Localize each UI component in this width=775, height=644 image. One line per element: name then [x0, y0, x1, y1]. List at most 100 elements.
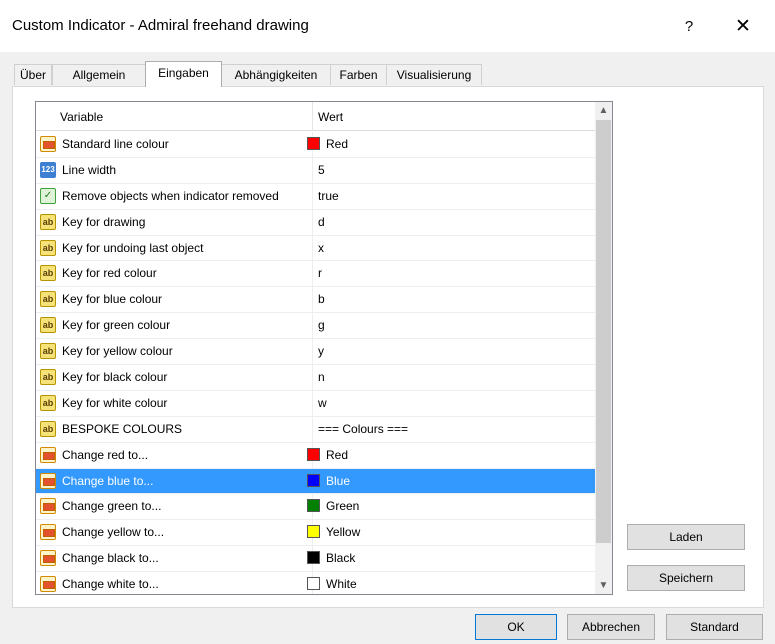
table-row[interactable]: ab Key for black colour n	[36, 365, 595, 391]
column-header-variable[interactable]: Variable	[60, 110, 103, 124]
variable-name: Change white to...	[62, 577, 159, 592]
color-icon	[40, 576, 56, 593]
color-icon	[40, 446, 56, 463]
variable-value[interactable]: 5	[318, 163, 325, 177]
tab-farben[interactable]: Farben	[330, 64, 387, 85]
table-row[interactable]: 123 Line width 5	[36, 157, 595, 184]
variable-name: Remove objects when indicator removed	[62, 188, 279, 203]
bool-icon: ✓	[40, 187, 56, 204]
variable-value[interactable]: g	[318, 318, 325, 332]
color-icon	[40, 498, 56, 515]
help-button[interactable]: ?	[672, 9, 706, 43]
variable-value[interactable]: r	[318, 266, 322, 280]
color-swatch[interactable]	[307, 551, 320, 565]
table-row[interactable]: ab Key for undoing last object x	[36, 235, 595, 262]
cell-divider	[312, 390, 313, 416]
cancel-button[interactable]: Abbrechen	[567, 614, 655, 640]
close-button[interactable]: ✕	[722, 9, 764, 43]
cell-divider	[312, 313, 313, 339]
table-row[interactable]: Standard line colour Red	[36, 132, 595, 158]
tab-eingaben[interactable]: Eingaben	[145, 61, 222, 87]
variable-value[interactable]: Red	[326, 137, 348, 151]
variable-value[interactable]: y	[318, 344, 324, 358]
variable-name: Key for blue colour	[62, 292, 163, 307]
string-icon: ab	[40, 213, 56, 230]
variable-value[interactable]: b	[318, 292, 325, 306]
color-icon	[40, 550, 56, 567]
cell-divider	[312, 365, 313, 390]
grid-header: Variable Wert	[36, 102, 595, 131]
table-row[interactable]: ✓ Remove objects when indicator removed tr…	[36, 183, 595, 210]
color-icon	[40, 524, 56, 541]
cell-divider	[312, 416, 313, 442]
ok-button[interactable]: OK	[475, 614, 557, 640]
table-row[interactable]: ab Key for white colour w	[36, 390, 595, 417]
table-row[interactable]: ab Key for yellow colour y	[36, 339, 595, 366]
tab-allgemein[interactable]: Allgemein	[52, 64, 146, 85]
variable-value[interactable]: Yellow	[326, 525, 360, 539]
scroll-thumb[interactable]	[596, 120, 611, 543]
variable-value[interactable]: === Colours ===	[318, 422, 408, 436]
string-icon: ab	[40, 317, 56, 334]
cell-divider	[312, 183, 313, 209]
table-row[interactable]: Change green to... Green	[36, 494, 595, 521]
tab-abhaengigkeiten[interactable]: Abhängigkeiten	[221, 64, 331, 85]
table-row[interactable]: Change yellow to... Yellow	[36, 520, 595, 547]
string-icon: ab	[40, 291, 56, 308]
variable-value[interactable]: n	[318, 370, 325, 384]
table-row[interactable]: ab Key for red colour r	[36, 261, 595, 288]
variable-value[interactable]: d	[318, 215, 325, 229]
scroll-down-icon[interactable]: ▼	[595, 577, 612, 594]
load-button[interactable]: Laden	[627, 524, 745, 550]
color-swatch[interactable]	[307, 137, 320, 150]
variable-name: Key for green colour	[62, 318, 171, 333]
table-row[interactable]: ab Key for blue colour b	[36, 287, 595, 314]
table-row[interactable]: Change blue to... Blue	[36, 468, 595, 495]
color-swatch[interactable]	[307, 577, 320, 591]
table-row[interactable]: ab Key for green colour g	[36, 313, 595, 340]
variable-value[interactable]: true	[318, 189, 339, 203]
color-icon	[40, 136, 56, 152]
color-swatch[interactable]	[307, 473, 320, 487]
variable-name: Line width	[62, 162, 117, 177]
column-divider[interactable]	[312, 102, 313, 131]
variable-value[interactable]: Blue	[326, 474, 350, 488]
variable-value[interactable]: Green	[326, 499, 359, 513]
table-row[interactable]: Change red to... Red	[36, 442, 595, 469]
table-row[interactable]: ab BESPOKE COLOURS === Colours ===	[36, 416, 595, 443]
variable-name: Standard line colour	[62, 137, 169, 151]
variable-name: Change red to...	[62, 447, 149, 462]
tab-ueber[interactable]: Über	[14, 64, 52, 85]
cell-divider	[312, 261, 313, 287]
cell-divider	[312, 287, 313, 313]
color-swatch[interactable]	[307, 447, 320, 461]
string-icon: ab	[40, 239, 56, 256]
variable-value[interactable]: x	[318, 241, 324, 255]
color-swatch[interactable]	[307, 525, 320, 539]
variable-value[interactable]: White	[326, 577, 357, 591]
variable-value[interactable]: Red	[326, 448, 348, 462]
cell-divider	[312, 209, 313, 235]
tab-visualisierung[interactable]: Visualisierung	[386, 64, 482, 85]
table-row[interactable]: Change black to... Black	[36, 546, 595, 573]
table-row[interactable]: ab Key for drawing d	[36, 209, 595, 236]
color-swatch[interactable]	[307, 499, 320, 513]
variable-value[interactable]: w	[318, 396, 327, 410]
variable-value[interactable]: Black	[326, 551, 355, 565]
string-icon: ab	[40, 394, 56, 411]
vertical-scrollbar[interactable]: ▲ ▼	[595, 102, 612, 594]
inputs-grid: Variable Wert Standard line colour Red 123…	[35, 101, 613, 595]
string-icon: ab	[40, 369, 56, 386]
table-row[interactable]: Change white to... White	[36, 572, 595, 594]
variable-name: Change blue to...	[62, 473, 154, 488]
variable-name: Key for drawing	[62, 214, 146, 229]
window-title: Custom Indicator - Admiral freehand draw…	[12, 17, 309, 34]
variable-name: Change black to...	[62, 551, 159, 566]
save-button[interactable]: Speichern	[627, 565, 745, 591]
variable-name: Change yellow to...	[62, 525, 165, 540]
column-header-value[interactable]: Wert	[318, 110, 343, 124]
scroll-up-icon[interactable]: ▲	[595, 102, 612, 119]
variable-name: Change green to...	[62, 499, 162, 514]
default-button[interactable]: Standard	[666, 614, 763, 640]
color-icon	[40, 472, 56, 489]
